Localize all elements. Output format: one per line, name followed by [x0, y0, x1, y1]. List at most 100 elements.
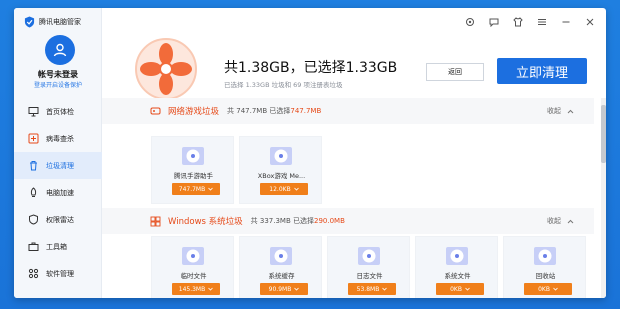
disc-icon [268, 245, 294, 267]
minimize-icon[interactable] [560, 16, 572, 28]
card-size-dropdown[interactable]: 53.8MB [348, 283, 396, 295]
card-size: 0KB [450, 285, 462, 293]
scrollbar-thumb[interactable] [601, 105, 606, 163]
cleanup-card[interactable]: XBox游戏 Me... 12.0KB [239, 136, 322, 204]
card-size: 0KB [538, 285, 550, 293]
virus-scan-icon [27, 133, 39, 145]
close-icon[interactable] [584, 16, 596, 28]
sidebar-nav: 首页体检 病毒查杀 垃圾清理 电脑加速 权限雷达 工具箱 软件管理 [14, 98, 102, 287]
chevron-down-icon [293, 187, 299, 191]
sidebar: 腾讯电脑管家 帐号未登录 登录开启设备保护 首页体检 病毒查杀 垃圾清理 电脑加… [14, 8, 102, 298]
section-selected-prefix: 已选择 [293, 217, 314, 225]
cleanup-card[interactable]: 日志文件 53.8MB [327, 236, 410, 298]
toolbox-icon [27, 241, 39, 253]
collapse-label: 收起 [547, 107, 561, 115]
menu-icon[interactable] [536, 16, 548, 28]
chevron-up-icon [567, 219, 574, 223]
login-link[interactable]: 登录开启设备保护 [14, 80, 102, 89]
apps-icon [27, 268, 39, 280]
card-size-dropdown[interactable]: 0KB [436, 283, 484, 295]
login-title[interactable]: 帐号未登录 [14, 69, 102, 80]
section-stats: 共 337.3MB 已选择290.0MB [251, 216, 345, 226]
sidebar-item-software[interactable]: 软件管理 [14, 260, 102, 287]
app-title: 腾讯电脑管家 [39, 18, 81, 26]
card-size-dropdown[interactable]: 0KB [524, 283, 572, 295]
disc-icon [180, 145, 206, 167]
section-selected-prefix: 已选择 [269, 107, 291, 115]
shield-logo-icon [24, 16, 35, 28]
card-size: 747.7MB [178, 185, 206, 193]
cleanup-card[interactable]: 腾讯手游助手 747.7MB [151, 136, 234, 204]
avatar[interactable] [45, 35, 75, 65]
chevron-down-icon [465, 287, 470, 291]
chevron-down-icon [208, 187, 214, 191]
skin-icon[interactable] [512, 16, 524, 28]
sidebar-item-label: 权限雷达 [46, 215, 74, 224]
main-window: 腾讯电脑管家 帐号未登录 登录开启设备保护 首页体检 病毒查杀 垃圾清理 电脑加… [14, 8, 606, 298]
sidebar-item-speedup[interactable]: 电脑加速 [14, 179, 102, 206]
collapse-toggle[interactable]: 收起 [547, 106, 574, 116]
trash-icon [27, 160, 39, 172]
disc-icon [356, 245, 382, 267]
disc-icon [444, 245, 470, 267]
sidebar-item-label: 首页体检 [46, 107, 74, 116]
cleanup-list: 网络游戏垃圾 共 747.7MB 已选择747.7MB 收起 腾讯手游助手 74… [102, 98, 606, 298]
section-header-game[interactable]: 网络游戏垃圾 共 747.7MB 已选择747.7MB 收起 [102, 98, 594, 124]
windows-icon [149, 215, 161, 227]
fan-illustration-icon [135, 38, 197, 100]
card-label: 回收站 [535, 272, 556, 280]
cleanup-card[interactable]: 回收站 0KB [503, 236, 586, 298]
section-cards: 腾讯手游助手 747.7MB XBox游戏 Me... 12.0KB [151, 136, 322, 204]
cleanup-card[interactable]: 临时文件 145.3MB [151, 236, 234, 298]
back-button[interactable]: 返回 [426, 63, 484, 81]
card-size-dropdown[interactable]: 90.9MB [260, 283, 308, 295]
disc-icon [268, 145, 294, 167]
card-size-dropdown[interactable]: 12.0KB [260, 183, 308, 195]
section-title: Windows 系统垃圾 [168, 217, 243, 227]
section-selected: 290.0MB [314, 217, 345, 225]
sidebar-item-radar[interactable]: 权限雷达 [14, 206, 102, 233]
card-label: 系统缓存 [268, 272, 295, 280]
disc-icon [532, 245, 558, 267]
sidebar-item-label: 电脑加速 [46, 188, 74, 197]
brand: 腾讯电脑管家 [24, 16, 81, 28]
sidebar-item-label: 软件管理 [46, 269, 74, 278]
gamepad-icon [149, 105, 161, 117]
titlebar-controls [464, 16, 596, 28]
monitor-icon [27, 106, 39, 118]
user-icon [53, 43, 67, 57]
card-label: 系统文件 [444, 272, 471, 280]
chevron-down-icon [294, 287, 300, 291]
collapse-toggle[interactable]: 收起 [547, 216, 574, 226]
card-size-dropdown[interactable]: 747.7MB [172, 183, 220, 195]
sidebar-item-label: 工具箱 [46, 242, 67, 251]
card-size: 53.8MB [356, 285, 380, 293]
message-icon[interactable] [488, 16, 500, 28]
section-total: 共 337.3MB [250, 217, 291, 225]
radar-icon [27, 214, 39, 226]
sidebar-item-label: 垃圾清理 [46, 161, 74, 170]
card-label: 临时文件 [180, 272, 207, 280]
card-size: 12.0KB [269, 185, 291, 193]
total-size-text: 共1.38GB，已选择1.33GB [224, 60, 398, 76]
sidebar-item-toolbox[interactable]: 工具箱 [14, 233, 102, 260]
sidebar-item-virus[interactable]: 病毒查杀 [14, 125, 102, 152]
sidebar-item-cleanup[interactable]: 垃圾清理 [14, 152, 102, 179]
section-cards: 临时文件 145.3MB 系统缓存 90.9MB 日志文件 53.8MB 系统文… [151, 236, 586, 298]
cleanup-card[interactable]: 系统文件 0KB [415, 236, 498, 298]
cleanup-card[interactable]: 系统缓存 90.9MB [239, 236, 322, 298]
sidebar-item-checkup[interactable]: 首页体检 [14, 98, 102, 125]
section-title: 网络游戏垃圾 [168, 107, 220, 117]
settings-icon[interactable] [464, 16, 476, 28]
section-header-windows[interactable]: Windows 系统垃圾 共 337.3MB 已选择290.0MB 收起 [102, 208, 594, 234]
card-label: 腾讯手游助手 [174, 172, 213, 180]
card-label: XBox游戏 Me... [257, 172, 306, 180]
card-size: 90.9MB [268, 285, 292, 293]
card-size-dropdown[interactable]: 145.3MB [172, 283, 220, 295]
card-size: 145.3MB [178, 285, 206, 293]
cleanup-header: 共1.38GB，已选择1.33GB 已选择 1.33GB 垃圾和 69 项注册表… [102, 30, 606, 102]
collapse-label: 收起 [547, 217, 561, 225]
clean-now-button[interactable]: 立即清理 [497, 58, 587, 84]
section-stats: 共 747.7MB 已选择747.7MB [227, 106, 321, 116]
summary-text: 已选择 1.33GB 垃圾和 69 项注册表垃圾 [224, 81, 343, 89]
